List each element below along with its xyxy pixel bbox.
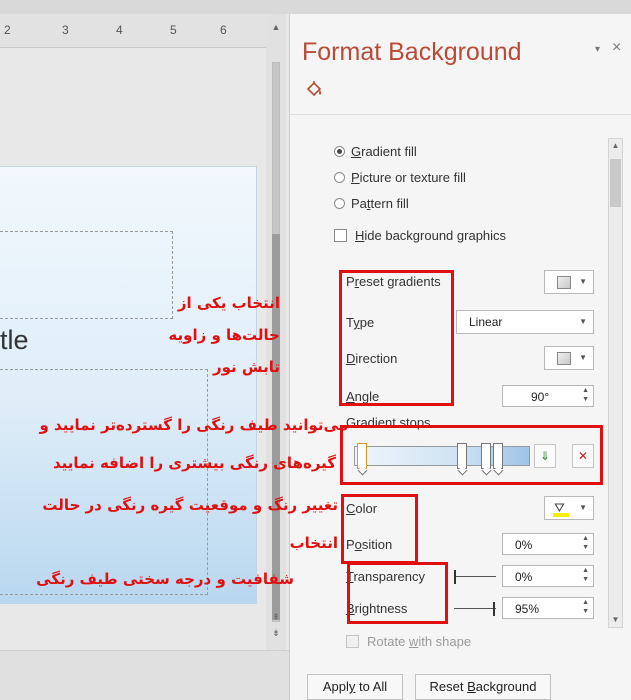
rotate-with-shape-checkbox[interactable]: Rotate with shape xyxy=(346,634,471,649)
hide-background-graphics-checkbox[interactable]: Hide background graphics xyxy=(334,228,506,243)
brightness-slider[interactable] xyxy=(454,602,496,616)
annotation-note-2-line-1: می‌توانید طیف رنگی را گسترده‌تر نمایید و xyxy=(39,416,348,434)
direction-dropdown[interactable]: ▼ xyxy=(544,346,594,370)
ruler-number: 2 xyxy=(4,23,11,37)
chevron-down-icon: ▼ xyxy=(579,353,587,362)
scroll-up-arrow-icon[interactable]: ▲ xyxy=(270,22,282,32)
pane-options-arrow-icon[interactable]: ▾ xyxy=(595,44,600,55)
apply-to-all-button[interactable]: Apply to All xyxy=(307,674,403,700)
ruler-number: 5 xyxy=(170,23,177,37)
radio-icon[interactable] xyxy=(334,198,345,209)
annotation-box-color-position xyxy=(341,494,418,564)
checkbox-icon[interactable] xyxy=(346,635,359,648)
color-picker-button[interactable]: ⛛ ▼ xyxy=(544,496,594,520)
horizontal-ruler: 2 3 4 5 6 xyxy=(0,14,266,48)
top-edge xyxy=(0,0,631,14)
close-icon[interactable]: × xyxy=(612,39,621,57)
next-slide-icon[interactable]: ⇟ xyxy=(270,628,282,639)
annotation-note-4: شفافیت و درجه سختی طیف رنگی xyxy=(36,570,294,588)
brightness-spinner[interactable]: 95% ▲ ▼ xyxy=(502,597,594,619)
spin-up-icon[interactable]: ▲ xyxy=(582,387,589,394)
annotation-box-gradient-stops xyxy=(340,425,603,485)
scroll-up-arrow-icon[interactable]: ▲ xyxy=(609,141,622,150)
angle-value: 90° xyxy=(531,390,550,404)
chevron-down-icon: ▼ xyxy=(579,317,587,326)
direction-swatch-icon xyxy=(557,352,571,365)
annotation-note-2-line-2: گیره‌های رنگی بیشتری را اضافه نمایید xyxy=(52,454,336,472)
preset-gradients-dropdown[interactable]: ▼ xyxy=(544,270,594,294)
angle-spinner[interactable]: 90° ▲ ▼ xyxy=(502,385,594,407)
pane-scrollbar-thumb[interactable] xyxy=(610,159,621,207)
pattern-fill-option[interactable]: Pattern fill xyxy=(334,196,409,211)
checkbox-icon[interactable] xyxy=(334,229,347,242)
radio-icon[interactable] xyxy=(334,172,345,183)
ruler-number: 3 xyxy=(62,23,69,37)
spin-down-icon[interactable]: ▼ xyxy=(582,608,589,615)
transparency-value: 0% xyxy=(515,570,533,584)
spin-up-icon[interactable]: ▲ xyxy=(582,599,589,606)
slide-editor-area: 2 3 4 5 6 tle xyxy=(0,0,289,700)
subtitle-placeholder[interactable] xyxy=(0,369,208,595)
reset-background-button[interactable]: Reset Background xyxy=(415,674,551,700)
annotation-note-1-line-2: حالت‌ها و زاویه xyxy=(168,326,280,344)
radio-selected-icon[interactable] xyxy=(334,146,345,157)
position-spinner[interactable]: 0% ▲ ▼ xyxy=(502,533,594,555)
spin-down-icon[interactable]: ▼ xyxy=(582,544,589,551)
slide-title-text[interactable]: tle xyxy=(0,325,29,356)
gradient-swatch-icon xyxy=(557,276,571,289)
annotation-note-3-line-2: انتخاب xyxy=(289,534,338,552)
pane-scrollbar[interactable]: ▲ ▼ xyxy=(608,138,623,628)
previous-slide-icon[interactable]: ⇞ xyxy=(270,612,282,623)
slide-canvas[interactable]: tle xyxy=(0,166,257,604)
fill-bucket-icon[interactable] xyxy=(304,80,324,100)
annotation-note-3-line-1: تغییر رنگ و موقعیت گیره رنگی در حالت xyxy=(42,496,338,514)
position-value: 0% xyxy=(515,538,533,552)
type-value: Linear xyxy=(469,315,503,329)
annotation-note-1-line-1: انتخاب یکی از xyxy=(177,294,280,312)
spin-up-icon[interactable]: ▲ xyxy=(582,535,589,542)
pane-title: Format Background xyxy=(302,38,522,66)
ruler-number: 6 xyxy=(220,23,227,37)
slider-knob[interactable] xyxy=(454,570,456,584)
spin-down-icon[interactable]: ▼ xyxy=(582,576,589,583)
annotation-box-gradient-settings xyxy=(339,270,454,406)
spin-down-icon[interactable]: ▼ xyxy=(582,396,589,403)
scroll-down-arrow-icon[interactable]: ▼ xyxy=(609,615,622,624)
annotation-box-transparency-brightness xyxy=(347,562,448,624)
title-placeholder[interactable] xyxy=(0,231,173,319)
annotation-note-1-line-3: تابش نور xyxy=(213,358,280,376)
color-indicator xyxy=(553,513,569,517)
pane-divider xyxy=(290,114,631,115)
chevron-down-icon: ▼ xyxy=(579,277,587,286)
spin-up-icon[interactable]: ▲ xyxy=(582,567,589,574)
type-dropdown[interactable]: Linear ▼ xyxy=(456,310,594,334)
ruler-number: 4 xyxy=(116,23,123,37)
gradient-fill-option[interactable]: Gradient fill xyxy=(334,144,417,159)
transparency-spinner[interactable]: 0% ▲ ▼ xyxy=(502,565,594,587)
status-area xyxy=(0,650,289,700)
slider-knob[interactable] xyxy=(493,602,495,616)
brightness-value: 95% xyxy=(515,602,540,616)
picture-texture-fill-option[interactable]: Picture or texture fill xyxy=(334,170,466,185)
chevron-down-icon: ▼ xyxy=(579,503,587,512)
transparency-slider[interactable] xyxy=(454,570,496,584)
